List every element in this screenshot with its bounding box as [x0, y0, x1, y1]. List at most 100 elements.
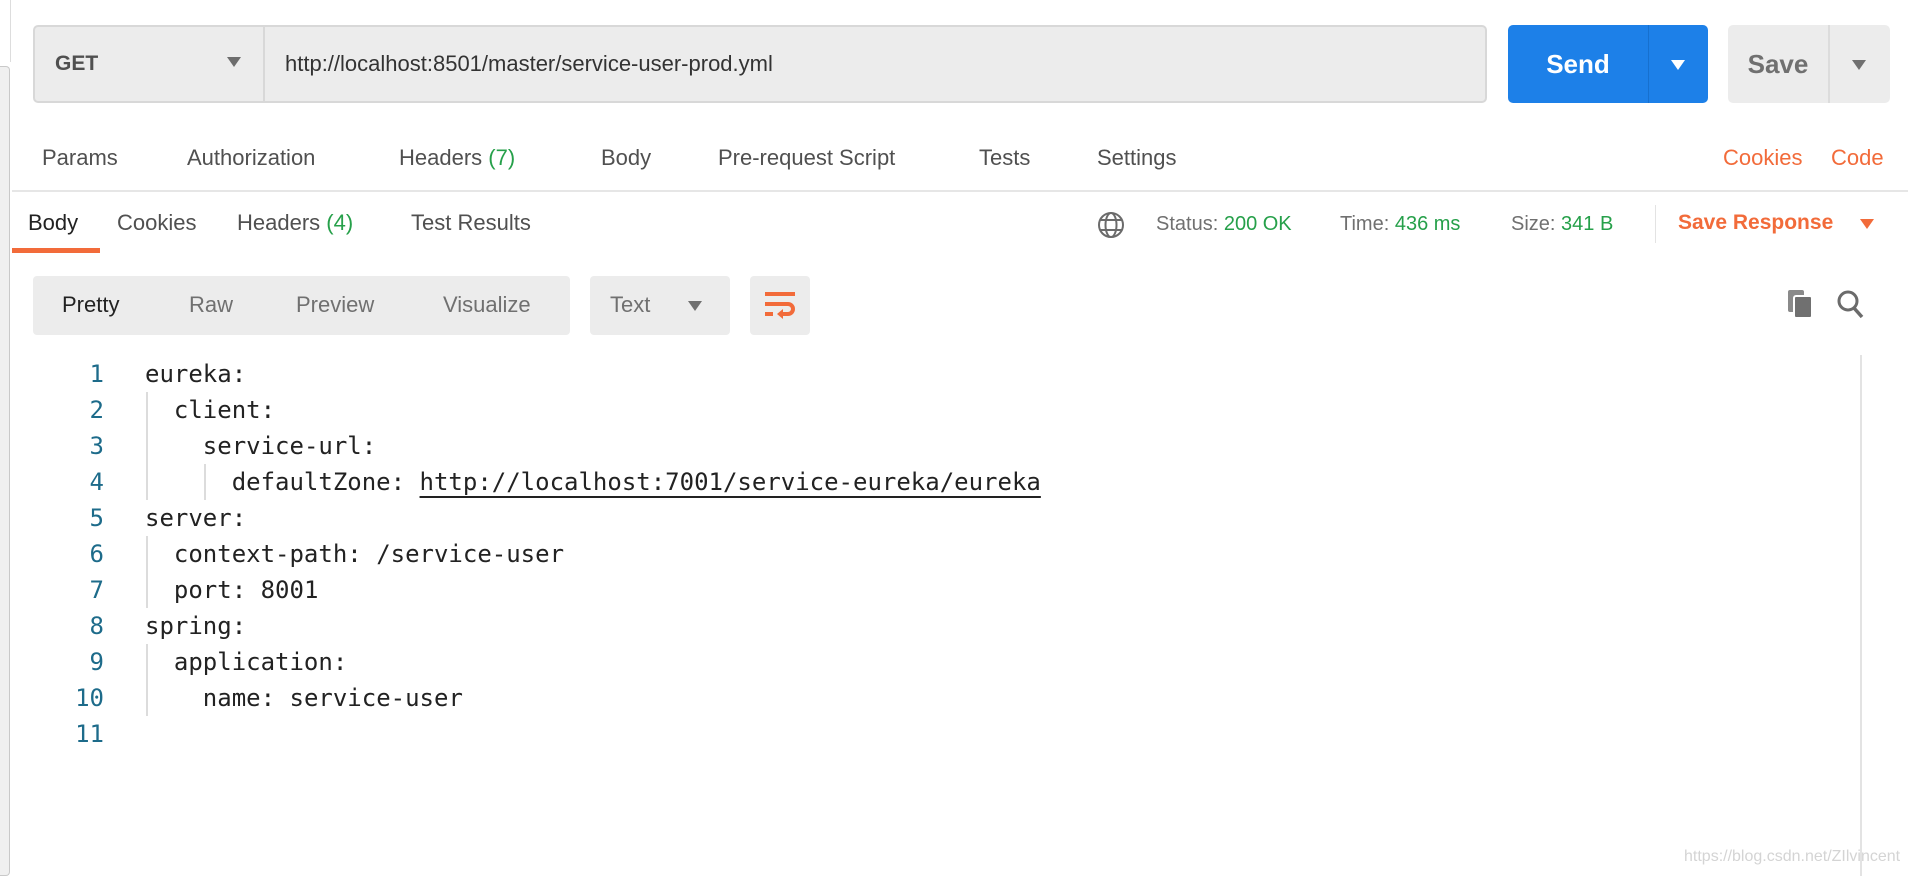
yaml-key: eureka: — [145, 360, 247, 388]
editor-scrollbar-track[interactable] — [1860, 355, 1862, 876]
response-tab-test-results[interactable]: Test Results — [411, 210, 531, 236]
send-label: Send — [1546, 48, 1610, 79]
line-number: 7 — [89, 576, 104, 604]
indent-guide — [146, 536, 148, 572]
size-label: Size: — [1511, 213, 1556, 235]
indent-guide — [146, 392, 148, 428]
status-value: 200 OK — [1223, 213, 1292, 235]
response-tab-cookies[interactable]: Cookies — [117, 210, 196, 236]
save-response-label: Save Response — [1678, 211, 1834, 234]
wrap-lines-icon — [765, 292, 795, 319]
tab-label: Pre-request Script — [718, 145, 896, 170]
code-text: server: — [145, 500, 246, 536]
tab-label: Tests — [979, 145, 1031, 170]
line-number: 5 — [89, 504, 104, 532]
yaml-key: spring: — [145, 612, 247, 640]
view-mode-group: Pretty Raw Preview Visualize — [33, 276, 570, 335]
tab-params[interactable]: Params — [42, 145, 118, 171]
tab-label: Params — [42, 145, 118, 170]
tab-authorization[interactable]: Authorization — [187, 145, 315, 171]
size-readout: Size: 341 B — [1511, 211, 1613, 237]
chevron-down-icon — [688, 301, 702, 311]
line-number: 4 — [89, 468, 104, 496]
line-number: 6 — [89, 540, 104, 568]
tab-body[interactable]: Body — [601, 145, 651, 171]
cookies-link[interactable]: Cookies — [1723, 145, 1802, 171]
indent-guide — [146, 428, 148, 464]
mode-raw[interactable]: Raw — [189, 292, 233, 318]
line-number: 9 — [89, 648, 104, 676]
send-button[interactable]: Send — [1508, 25, 1708, 103]
status-label: Status: — [1156, 213, 1219, 235]
response-tab-headers[interactable]: Headers (4) — [237, 210, 353, 236]
search-icon[interactable] — [1836, 288, 1866, 320]
tab-pre-request-script[interactable]: Pre-request Script — [718, 145, 895, 171]
chevron-down-icon — [227, 57, 241, 67]
watermark: https://blog.csdn.net/ZIlvincent — [1684, 848, 1901, 865]
line-number: 11 — [75, 720, 104, 748]
yaml-value: service-user — [289, 684, 463, 712]
code-text: eureka: — [145, 356, 246, 392]
globe-icon[interactable] — [1096, 210, 1126, 240]
line-number: 8 — [89, 612, 104, 640]
tab-label: Body — [601, 145, 652, 170]
divider — [1655, 205, 1656, 243]
yaml-key: server: — [145, 504, 247, 532]
indent-guide — [203, 464, 206, 500]
save-response-button[interactable]: Save Response — [1678, 210, 1833, 236]
code-text: context-path: /service-user — [174, 536, 564, 572]
chevron-down-icon[interactable] — [1860, 219, 1874, 229]
tab-headers[interactable]: Headers (7) — [399, 145, 515, 171]
tab-label: Settings — [1097, 145, 1177, 170]
method-label: GET — [55, 52, 99, 75]
format-select[interactable]: Text — [590, 276, 730, 335]
copy-icon[interactable] — [1786, 288, 1814, 320]
wrap-lines-button[interactable] — [750, 276, 810, 335]
yaml-key: name: — [202, 684, 290, 712]
code-text: spring: — [145, 608, 246, 644]
mode-visualize[interactable]: Visualize — [443, 292, 531, 318]
yaml-value: /service-user — [376, 540, 565, 568]
indent-guide — [146, 464, 148, 500]
indent-guide — [146, 572, 148, 608]
divider — [1648, 25, 1649, 103]
yaml-link[interactable]: http://localhost:7001/service-eureka/eur… — [420, 468, 1041, 496]
indent-guide — [146, 680, 148, 716]
method-select[interactable]: GET — [35, 27, 265, 101]
tab-count: (4) — [326, 210, 354, 235]
tab-tests[interactable]: Tests — [979, 145, 1030, 171]
divider — [1828, 25, 1830, 103]
window-edge — [10, 0, 11, 62]
status-readout: Status: 200 OK — [1156, 211, 1292, 237]
request-url-bar: GET http://localhost:8501/master/service… — [33, 25, 1487, 103]
url-input[interactable]: http://localhost:8501/master/service-use… — [285, 27, 773, 101]
response-tab-body[interactable]: Body — [28, 210, 78, 236]
line-number: 2 — [89, 396, 104, 424]
tab-label: Test Results — [411, 210, 531, 235]
save-options-chevron-icon[interactable] — [1852, 60, 1866, 70]
mode-pretty[interactable]: Pretty — [62, 292, 119, 318]
tab-settings[interactable]: Settings — [1097, 145, 1177, 171]
line-number: 1 — [89, 360, 104, 388]
code-link[interactable]: Code — [1831, 145, 1884, 171]
tab-label: Headers — [399, 145, 483, 170]
send-options-chevron-icon[interactable] — [1671, 60, 1685, 70]
code-text: defaultZone: http://localhost:7001/servi… — [232, 464, 1041, 500]
save-button[interactable]: Save — [1728, 25, 1890, 103]
yaml-key: context-path: — [173, 540, 377, 568]
format-label: Text — [610, 292, 651, 317]
code-text: client: — [174, 392, 275, 428]
code-text: name: service-user — [203, 680, 463, 716]
code-text: port: 8001 — [174, 572, 319, 608]
tab-label: Authorization — [187, 145, 316, 170]
code-text: service-url: — [203, 428, 376, 464]
yaml-key: service-url: — [202, 432, 377, 460]
code-text: application: — [174, 644, 347, 680]
yaml-key: application: — [173, 648, 348, 676]
tab-label: Headers — [237, 210, 321, 235]
yaml-key: port: — [173, 576, 261, 604]
line-number: 3 — [89, 432, 104, 460]
yaml-value: 8001 — [260, 576, 319, 604]
time-label: Time: — [1340, 213, 1390, 235]
mode-preview[interactable]: Preview — [296, 292, 374, 318]
